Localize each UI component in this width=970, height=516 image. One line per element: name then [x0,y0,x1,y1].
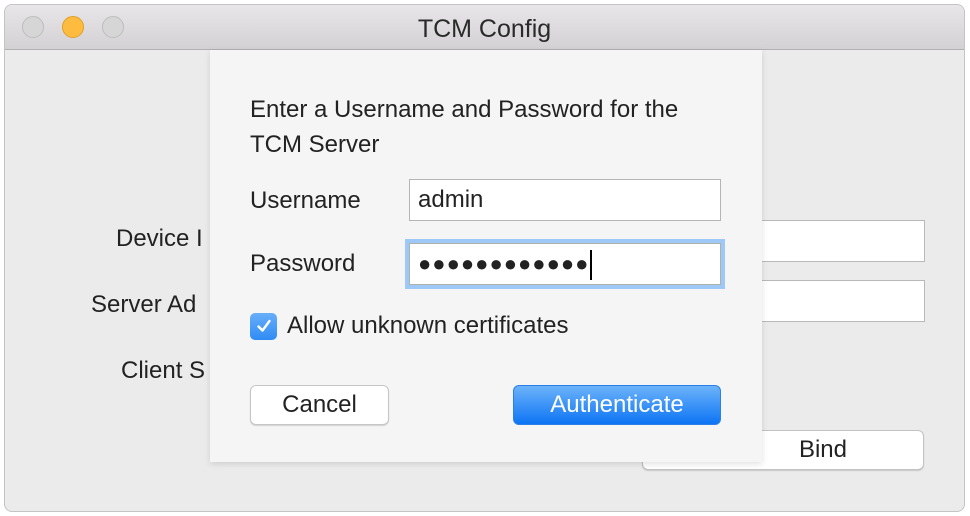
allow-unknown-certificates-option[interactable]: Allow unknown certificates [250,312,568,340]
tcm-config-window: TCM Config Device I Server Ad Client S B… [4,4,965,512]
bind-button-label: Bind [798,436,848,463]
sheet-message: Enter a Username and Password for the TC… [250,96,679,158]
password-input[interactable]: ●●●●●●●●●●●● [409,243,721,285]
server-address-label: Server Ad [91,291,197,318]
password-label: Password [250,250,356,277]
username-label: Username [250,187,361,214]
checkmark-icon [256,319,271,332]
authenticate-button[interactable]: Authenticate [513,385,721,425]
username-input[interactable]: admin [409,179,721,221]
cancel-button[interactable]: Cancel [250,385,389,425]
password-masked-value: ●●●●●●●●●●●● [418,251,590,276]
text-caret [590,249,593,280]
title-bar[interactable]: TCM Config [5,5,964,50]
device-id-label: Device I [116,225,203,252]
allow-unknown-certificates-label: Allow unknown certificates [287,312,569,339]
username-value: admin [418,186,484,213]
allow-unknown-certificates-checkbox[interactable] [250,312,277,340]
authentication-sheet: Enter a Username and Password for the TC… [210,50,762,462]
client-secret-label: Client S [121,357,206,384]
window-title: TCM Config [417,15,552,43]
